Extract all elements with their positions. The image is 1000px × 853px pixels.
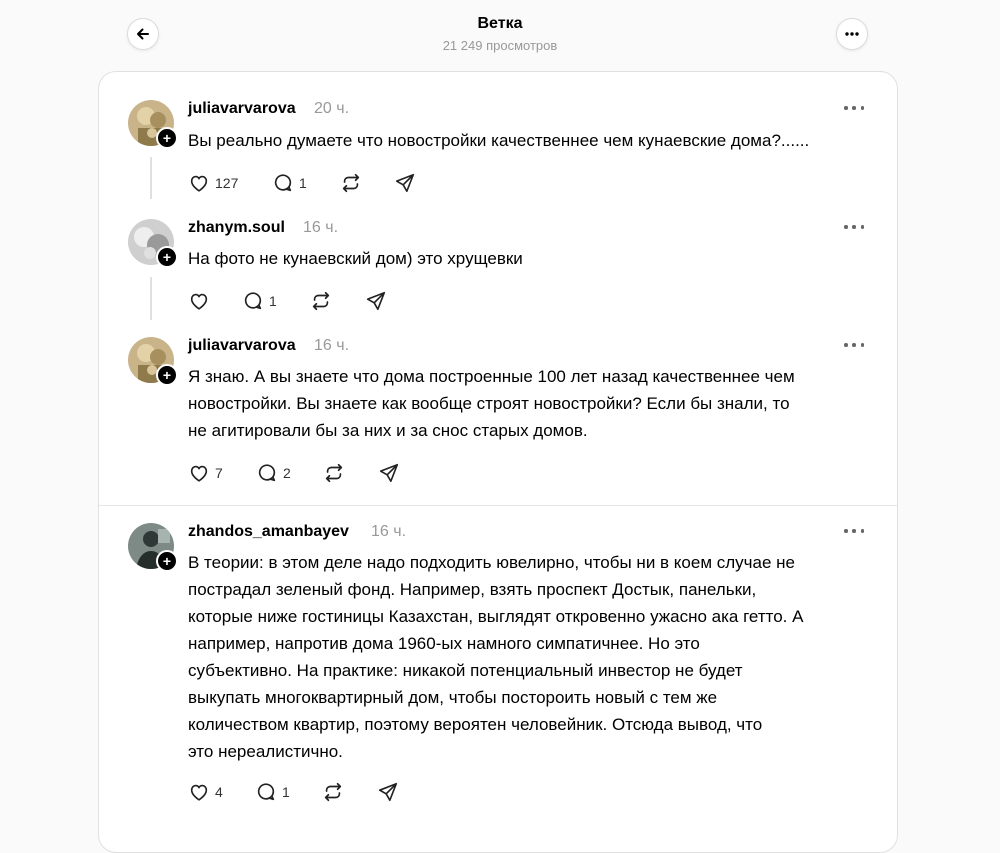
post-more-button[interactable] <box>844 222 864 232</box>
post-username[interactable]: zhanym.soul <box>188 219 285 237</box>
post-more-button[interactable] <box>844 340 864 350</box>
post-username[interactable]: zhandos_amanbayev <box>188 523 349 541</box>
repost-button[interactable] <box>340 171 362 195</box>
like-count: 127 <box>215 175 239 191</box>
reply-button[interactable]: 1 <box>242 289 277 313</box>
comment-icon <box>258 464 276 482</box>
post-time[interactable]: 16 ч. <box>371 523 406 541</box>
send-icon <box>395 173 415 193</box>
top-bar: Ветка 21 249 просмотров <box>0 0 1000 70</box>
post-1: + juliavarvarova 20 ч. Вы реально думает… <box>99 72 897 202</box>
like-count: 4 <box>215 784 223 800</box>
post-text-line: субъективно. На практике: никакой потенц… <box>188 661 743 680</box>
post-time[interactable]: 16 ч. <box>314 337 349 355</box>
reply-count: 1 <box>269 293 277 309</box>
post-text-line: Я знаю. А вы знаете что дома построенные… <box>188 367 795 386</box>
post-text-line: Вы реально думаете что новостройки качес… <box>188 131 810 150</box>
post-more-button[interactable] <box>844 103 864 113</box>
like-button[interactable]: 7 <box>188 461 223 485</box>
reply-button[interactable]: 2 <box>256 461 291 485</box>
thread-card: + juliavarvarova 20 ч. Вы реально думает… <box>98 71 898 853</box>
post-text-line: это нереалистично. <box>188 742 343 761</box>
like-button[interactable] <box>188 289 215 313</box>
post-text-line: пострадал зеленый фонд. Например, взять … <box>188 580 757 599</box>
thread-line <box>150 277 152 320</box>
post-text-line: которые ниже гостиницы Казахстан, выгляд… <box>188 607 804 626</box>
follow-plus-icon[interactable]: + <box>156 550 178 572</box>
repost-button[interactable] <box>323 461 345 485</box>
follow-plus-icon[interactable]: + <box>156 364 178 386</box>
repost-icon <box>342 173 360 193</box>
post-text-line: На фото не кунаевский дом) это хрущевки <box>188 249 523 268</box>
post-2: + zhanym.soul 16 ч. На фото не кунаевски… <box>99 202 897 320</box>
share-button[interactable] <box>378 461 400 485</box>
post-3: + juliavarvarova 16 ч. Я знаю. А вы знае… <box>99 320 897 506</box>
repost-icon <box>325 463 343 483</box>
more-horizontal-icon <box>845 32 859 36</box>
reply-count: 2 <box>283 465 291 481</box>
like-count: 7 <box>215 465 223 481</box>
send-icon <box>379 463 399 483</box>
post-text: Я знаю. А вы знаете что дома построенные… <box>188 363 878 444</box>
post-username[interactable]: juliavarvarova <box>188 337 296 355</box>
post-text-line: например, напротив дома 1960-ых намного … <box>188 634 700 653</box>
post-text: На фото не кунаевский дом) это хрущевки <box>188 245 878 272</box>
post-text-line: количеством квартир, поэтому вероятен че… <box>188 715 763 734</box>
share-button[interactable] <box>365 289 387 313</box>
thread-line <box>150 157 152 199</box>
send-icon <box>378 782 398 802</box>
heart-icon <box>190 293 208 310</box>
like-button[interactable]: 127 <box>188 171 238 195</box>
share-button[interactable] <box>377 780 399 804</box>
repost-icon <box>324 782 342 802</box>
like-button[interactable]: 4 <box>188 780 223 804</box>
reply-count: 1 <box>299 175 307 191</box>
post-time[interactable]: 20 ч. <box>314 100 349 118</box>
follow-plus-icon[interactable]: + <box>156 127 178 149</box>
post-4: + zhandos_amanbayev 16 ч. В теории: в эт… <box>99 506 897 826</box>
post-text: В теории: в этом деле надо подходить юве… <box>188 549 878 765</box>
post-time[interactable]: 16 ч. <box>303 219 338 237</box>
share-button[interactable] <box>394 171 416 195</box>
heart-icon <box>190 465 208 482</box>
post-text: Вы реально думаете что новостройки качес… <box>188 127 878 154</box>
post-text-line: не агитировали бы за них и за снос стары… <box>188 421 588 440</box>
reply-count: 1 <box>282 784 290 800</box>
comment-icon <box>274 174 292 192</box>
post-text-line: выкупать многоквартирный дом, чтобы пост… <box>188 688 718 707</box>
comment-icon <box>244 292 262 310</box>
repost-button[interactable] <box>322 780 344 804</box>
header-more-button[interactable] <box>836 18 868 50</box>
comment-icon <box>257 783 275 801</box>
post-text-line: новостройки. Вы знаете как вообще строят… <box>188 394 790 413</box>
heart-icon <box>190 175 208 192</box>
repost-icon <box>312 291 330 311</box>
repost-button[interactable] <box>310 289 332 313</box>
send-icon <box>366 291 386 311</box>
reply-button[interactable]: 1 <box>255 780 290 804</box>
post-text-line: В теории: в этом деле надо подходить юве… <box>188 553 795 572</box>
post-more-button[interactable] <box>844 526 864 536</box>
follow-plus-icon[interactable]: + <box>156 246 178 268</box>
post-username[interactable]: juliavarvarova <box>188 100 296 118</box>
heart-icon <box>190 784 208 801</box>
reply-button[interactable]: 1 <box>272 171 307 195</box>
